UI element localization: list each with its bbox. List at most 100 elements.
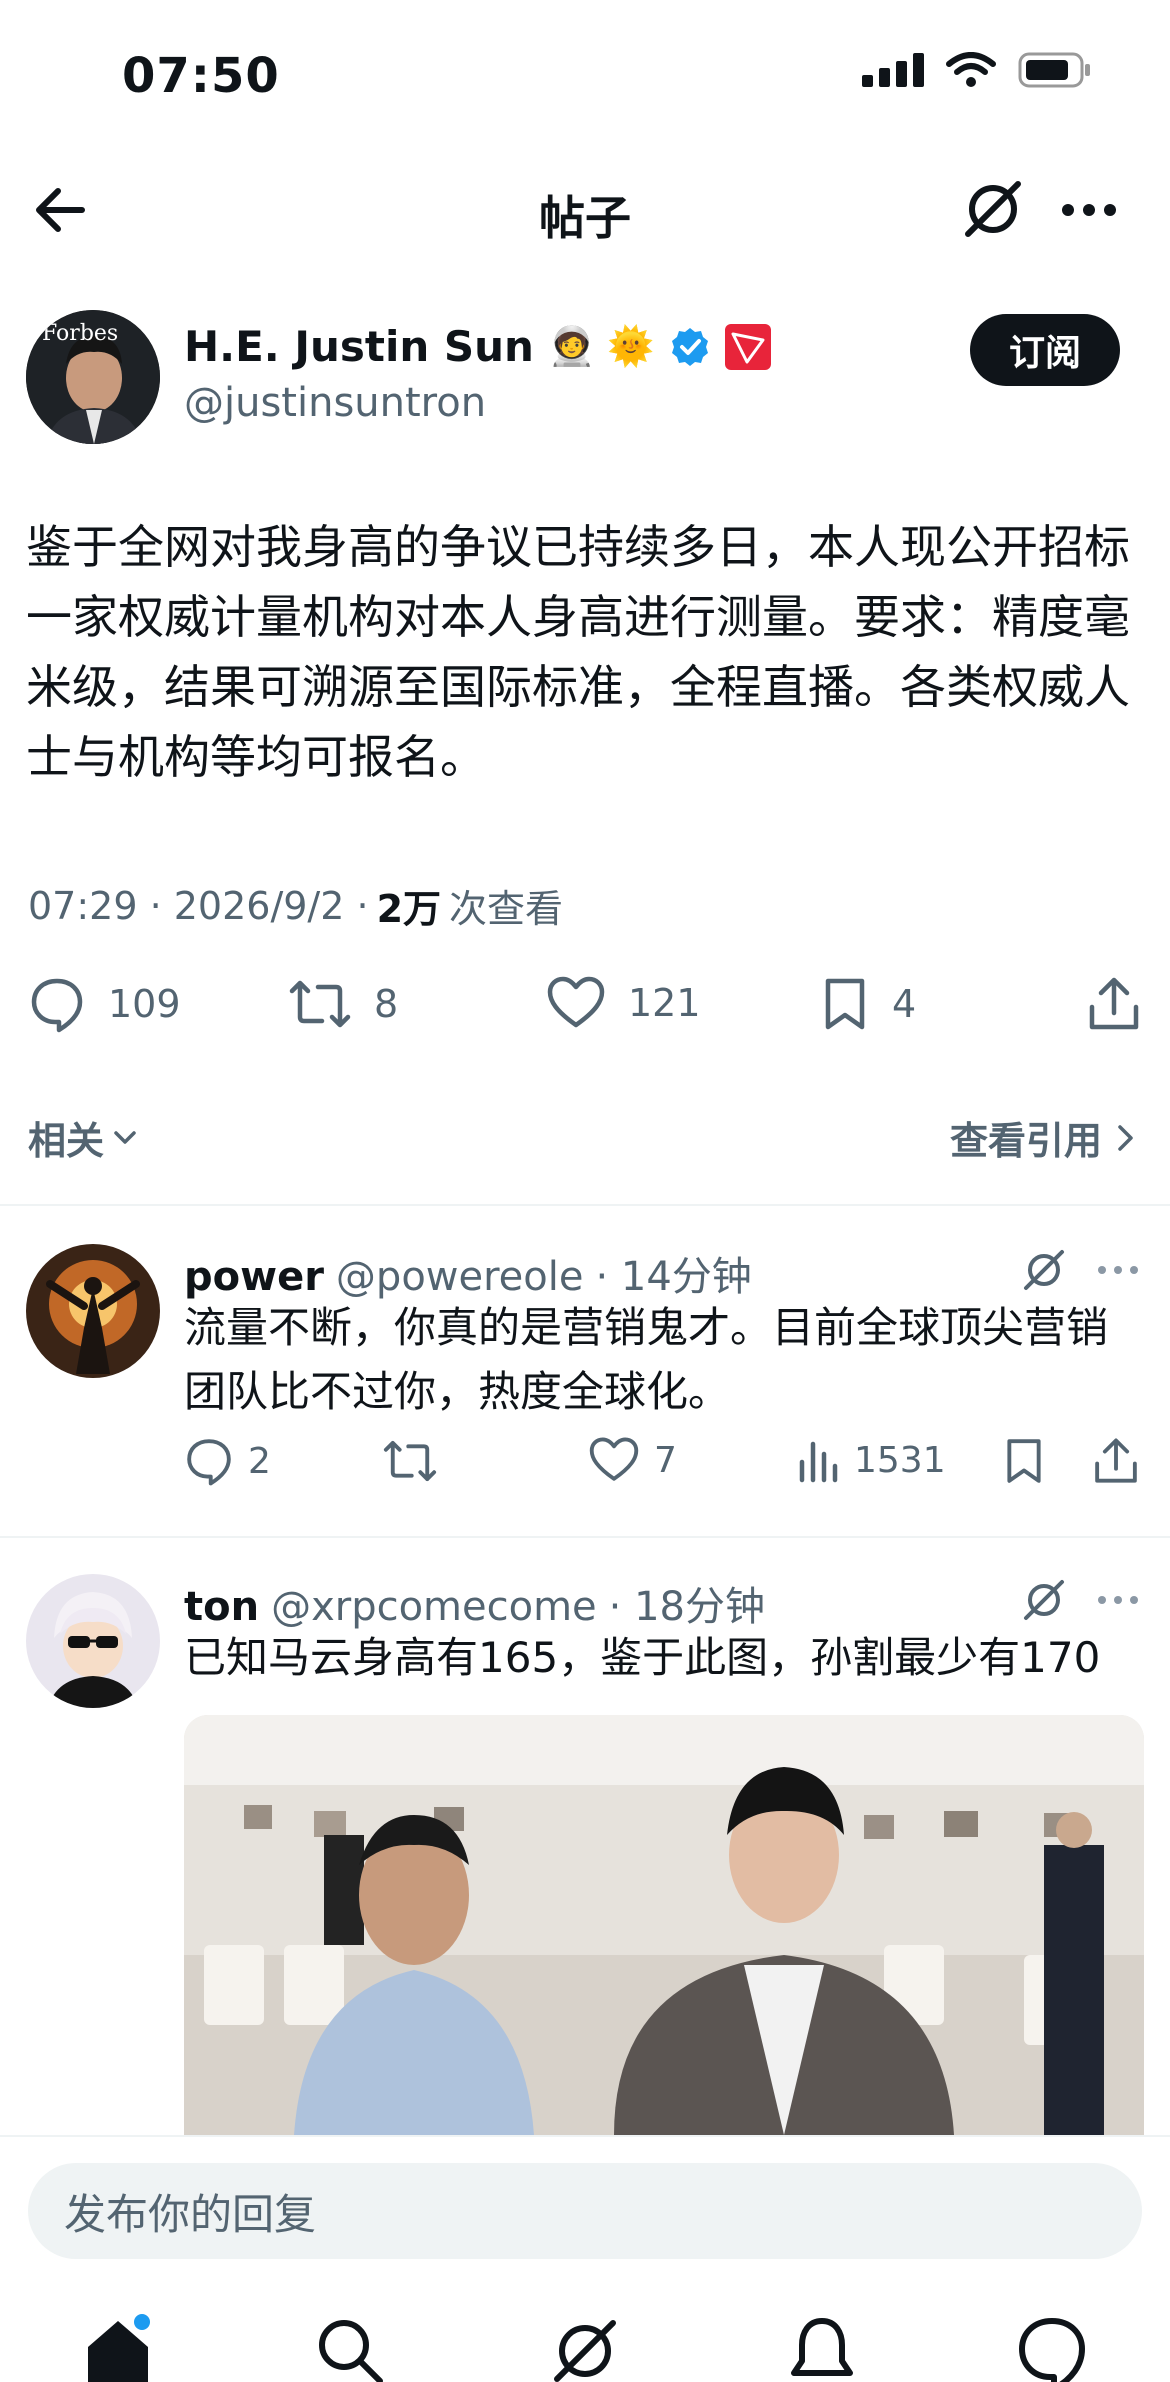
heart-icon — [589, 1437, 639, 1481]
more-horizontal-icon — [1062, 204, 1116, 216]
bookmark-count: 4 — [892, 982, 917, 1026]
wifi-icon — [946, 52, 996, 87]
related-label: 相关 — [28, 1119, 105, 1163]
views-count: 2万 — [376, 887, 442, 931]
compose-bar: 发布你的回复 — [0, 2135, 1170, 2275]
heart-icon — [547, 976, 605, 1028]
chevron-right-icon — [1118, 1124, 1133, 1151]
reply-more-button[interactable] — [1092, 1580, 1144, 1620]
tab-messages[interactable] — [1012, 2311, 1092, 2382]
cellular-signal-icon — [862, 53, 924, 87]
more-options-button[interactable] — [1054, 180, 1124, 240]
avatar-image: Forbes — [26, 310, 160, 444]
grok-icon — [965, 181, 1021, 237]
chevron-down-icon — [114, 1130, 136, 1144]
bookmark-icon — [825, 978, 865, 1030]
grok-icon — [554, 2320, 616, 2382]
post-text: 鉴于全网对我身高的争议已持续多日，本人现公开招标一家权威计量机构对本人身高进行测… — [26, 520, 1130, 784]
post-timestamp: 07:29 · 2026/9/2 · — [28, 883, 369, 928]
grok-icon — [1024, 1580, 1064, 1620]
author-name-row: H.E. Justin Sun 🧑‍🚀 🌞 — [184, 322, 771, 371]
author-emojis: 🧑‍🚀 🌞 — [547, 324, 655, 368]
views-label: 次查看 — [449, 887, 564, 931]
share-icon — [1089, 977, 1139, 1030]
divider — [0, 1204, 1170, 1206]
reply-input[interactable]: 发布你的回复 — [28, 2163, 1142, 2259]
reply-count: 2 — [248, 1440, 271, 1482]
reply-author-handle: @xrpcomecome — [271, 1584, 597, 1630]
reply-icon — [31, 978, 83, 1033]
reply-author-name[interactable]: ton — [184, 1584, 259, 1630]
repost-button[interactable] — [382, 1436, 452, 1486]
grok-button[interactable] — [958, 174, 1028, 244]
reply-text: 流量不断，你真的是营销鬼才。目前全球顶尖营销团队比不过你，热度全球化。 — [184, 1303, 1109, 1416]
repost-icon — [383, 1440, 437, 1482]
like-button[interactable]: 121 — [546, 975, 701, 1031]
avatar-logo-text: Forbes — [42, 321, 118, 346]
views-button[interactable]: 1531 — [796, 1436, 946, 1484]
related-row: 相关 查看引用 — [28, 1100, 1138, 1170]
post-meta: 07:29 · 2026/9/2 · 2万 次查看 — [28, 878, 563, 933]
view-quotes-label: 查看引用 — [949, 1119, 1102, 1163]
more-horizontal-icon — [1098, 1596, 1138, 1604]
reply-header: ton @xrpcomecome · 18分钟 — [184, 1574, 765, 1632]
reply-text: 已知马云身高有165，鉴于此图，孙割最少有170 — [184, 1633, 1101, 1682]
avatar-image — [26, 1244, 160, 1378]
reply-grok-button[interactable] — [1020, 1576, 1068, 1624]
bookmark-icon — [1007, 1439, 1041, 1483]
bookmark-button[interactable]: 4 — [820, 975, 916, 1033]
like-button[interactable]: 7 — [588, 1436, 677, 1484]
avatar[interactable] — [26, 1244, 160, 1378]
notification-dot — [134, 2314, 150, 2330]
reply-count: 109 — [108, 982, 181, 1026]
reply-author-handle: @powereole — [335, 1254, 584, 1300]
tab-grok[interactable] — [545, 2311, 625, 2382]
tab-search[interactable] — [310, 2311, 390, 2382]
view-count: 1531 — [854, 1439, 946, 1481]
reply-author-name[interactable]: power — [184, 1254, 324, 1300]
search-icon — [319, 2320, 383, 2382]
bookmark-button[interactable] — [1002, 1436, 1046, 1486]
avatar[interactable] — [26, 1574, 160, 1708]
post-author: Forbes H.E. Justin Sun 🧑‍🚀 🌞 @justinsunt… — [0, 310, 1170, 450]
divider — [0, 1536, 1170, 1538]
share-icon — [1095, 1438, 1137, 1483]
author-name[interactable]: H.E. Justin Sun — [184, 322, 534, 371]
reply-time: · 14分钟 — [595, 1254, 752, 1300]
reply-actions: 2 7 1531 — [184, 1436, 1144, 1496]
avatar-image — [26, 1574, 160, 1708]
tron-logo-icon — [724, 323, 771, 370]
reply-grok-button[interactable] — [1020, 1246, 1068, 1294]
like-count: 7 — [654, 1439, 677, 1481]
chat-icon — [1019, 2318, 1085, 2382]
view-quotes-link[interactable]: 查看引用 — [950, 1110, 1138, 1165]
nav-bar: 帖子 — [0, 160, 1170, 260]
avatar[interactable]: Forbes — [26, 310, 160, 444]
battery-icon — [1018, 52, 1090, 88]
grok-icon — [1024, 1250, 1064, 1290]
share-button[interactable] — [1092, 1436, 1140, 1486]
reply-time: · 18分钟 — [608, 1584, 765, 1630]
status-icons — [862, 52, 1092, 88]
reply-more-button[interactable] — [1092, 1250, 1144, 1290]
more-horizontal-icon — [1098, 1266, 1138, 1274]
tab-notifications[interactable] — [782, 2311, 862, 2382]
status-bar: 07:50 — [0, 0, 1170, 150]
repost-icon — [289, 980, 351, 1028]
repost-button[interactable]: 8 — [288, 975, 398, 1033]
subscribe-button[interactable]: 订阅 — [970, 314, 1120, 386]
share-button[interactable] — [1086, 975, 1142, 1033]
analytics-icon — [799, 1441, 838, 1483]
reply-photo[interactable] — [184, 1715, 1144, 2135]
tab-bar — [0, 2275, 1170, 2382]
status-time: 07:50 — [122, 48, 280, 104]
like-count: 121 — [628, 981, 701, 1025]
reply-button[interactable]: 2 — [184, 1436, 271, 1486]
reply-button[interactable]: 109 — [28, 975, 181, 1033]
reply-icon — [187, 1439, 231, 1486]
related-dropdown[interactable]: 相关 — [28, 1110, 140, 1165]
bell-icon — [791, 2318, 853, 2376]
post-actions: 109 8 121 4 — [0, 975, 1170, 1045]
verified-badge-icon — [671, 327, 708, 366]
author-handle: @justinsuntron — [184, 380, 487, 426]
